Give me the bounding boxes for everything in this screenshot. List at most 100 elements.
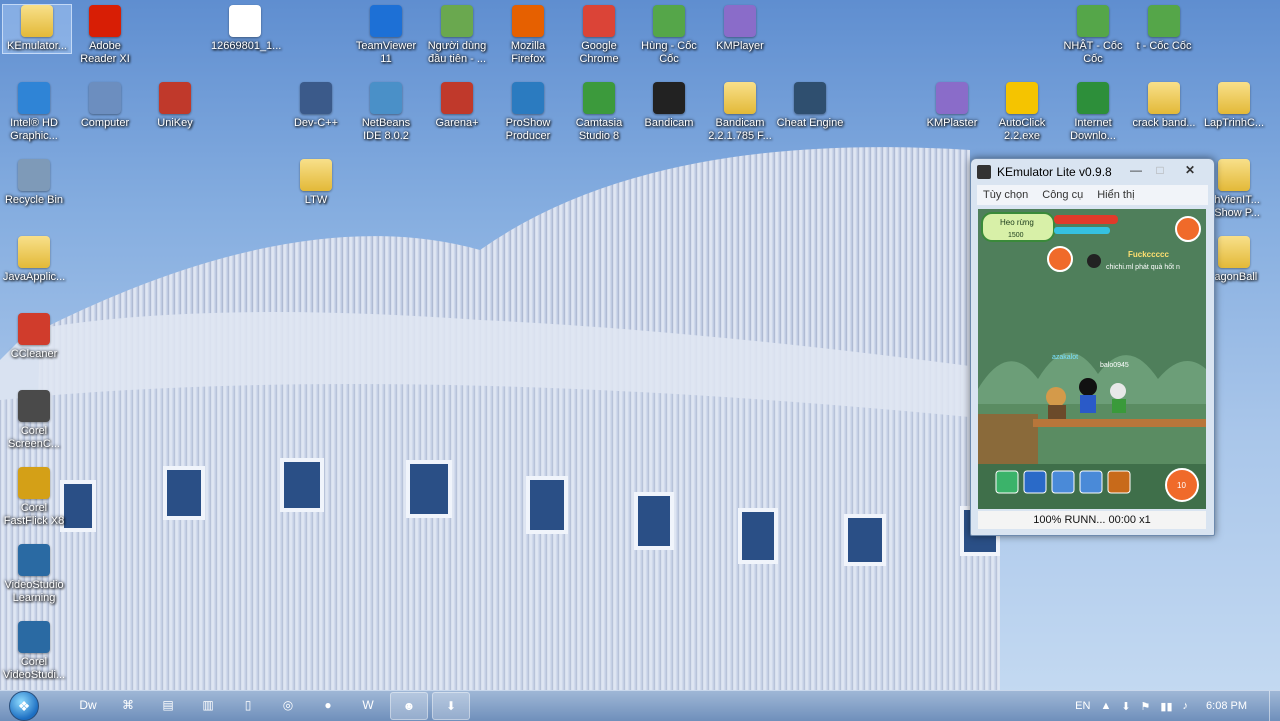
target-value: 1500	[1008, 232, 1024, 239]
desktop-icon-label: Recycle Bin	[4, 194, 64, 206]
explorer-icon: ▥	[202, 698, 214, 712]
emulator-status: 100% RUNN... 00:00 x1	[978, 511, 1206, 529]
desktop-icon-label: Camtasia Studio 8	[575, 117, 623, 142]
volume-icon[interactable]: ♪	[1183, 700, 1189, 712]
desktop-icon[interactable]: Recycle Bin	[0, 159, 68, 207]
desktop-icon[interactable]: Garena+	[423, 82, 491, 130]
idm-icon: ⬇	[445, 699, 457, 713]
folder-icon	[1148, 82, 1180, 114]
desktop-icon-label: Corel ScreenC...	[8, 425, 60, 450]
desktop-icon[interactable]: Computer	[71, 82, 139, 130]
desktop-icon[interactable]: Google Chrome	[565, 5, 633, 66]
desktop-icon[interactable]: ProShow Producer	[494, 82, 562, 143]
desktop-icon[interactable]: JavaApplic...	[0, 236, 68, 284]
minimize-button[interactable]: —	[1124, 161, 1148, 179]
desktop-icon-label: 12669801_1...	[211, 40, 282, 52]
language-indicator[interactable]: EN	[1075, 700, 1090, 712]
desktop-icon-label: Computer	[80, 117, 130, 129]
desktop-icon[interactable]: Người dùng đầu tiên - ...	[423, 5, 491, 66]
taskbar-item[interactable]: ▯	[230, 692, 266, 718]
desktop-icon[interactable]: Intel® HD Graphic...	[0, 82, 68, 143]
network-icon[interactable]: ▮▮	[1160, 700, 1172, 713]
desktop-icon[interactable]: UniKey	[141, 82, 209, 130]
desktop-icon[interactable]: Camtasia Studio 8	[565, 82, 633, 143]
taskbar-item[interactable]: ▤	[150, 692, 186, 718]
desktop-icon[interactable]: 12669801_1...	[211, 5, 282, 53]
desktop-icon-label: Garena+	[435, 117, 479, 129]
taskbar-item[interactable]: ●	[310, 692, 346, 718]
desktop-icon[interactable]: KEmulator...	[2, 4, 72, 54]
target-name: Heo rừng	[1000, 218, 1034, 227]
maximize-button[interactable]: □	[1148, 161, 1172, 179]
game-screen[interactable]: Heo rừng 1500 Fuckccccc chichi.ml phát q…	[978, 209, 1206, 509]
menu-options[interactable]: Tùy chọn	[983, 189, 1028, 201]
desktop-icon[interactable]: Bandicam 2.2.1.785 F...	[706, 82, 774, 143]
game-scene: Heo rừng 1500 Fuckccccc chichi.ml phát q…	[978, 209, 1206, 509]
desktop-icon[interactable]: Dev-C++	[282, 82, 350, 130]
folder-icon	[18, 236, 50, 268]
taskbar-item[interactable]: ◎	[270, 692, 306, 718]
clock[interactable]: 6:08 PM	[1206, 700, 1247, 712]
flag-icon[interactable]: ⚑	[1141, 700, 1151, 713]
desktop-icon-label: Cheat Engine	[776, 117, 844, 129]
desktop-icon[interactable]: VideoStudio Learning	[0, 544, 68, 605]
desktop-icon[interactable]: Corel VideoStudi...	[0, 621, 68, 682]
desktop-icon-label: VideoStudio Learning	[4, 579, 64, 604]
coccoc-icon	[1077, 5, 1109, 37]
desktop-icon[interactable]: Hùng - Cốc Cốc	[635, 5, 703, 66]
desktop-icon[interactable]: TeamViewer 11	[352, 5, 420, 66]
kemulator-window[interactable]: KEmulator Lite v0.9.8 — □ ✕ Tùy chọn Côn…	[970, 158, 1215, 536]
taskbar-item[interactable]: W	[350, 692, 386, 718]
desktop-icon-label: KEmulator...	[7, 40, 67, 52]
menu-tools[interactable]: Công cụ	[1042, 189, 1083, 201]
desktop-icon[interactable]: t - Cốc Cốc	[1130, 5, 1198, 53]
desktop-icon[interactable]: Corel FastFlick X8	[0, 467, 68, 528]
desktop-icon[interactable]: LapTrinhC...	[1200, 82, 1268, 130]
file-icon: ▯	[244, 698, 252, 712]
desktop-icon[interactable]: crack band...	[1130, 82, 1198, 130]
desktop-icon-label: Dev-C++	[293, 117, 339, 129]
desktop-icon-label: UniKey	[157, 117, 193, 129]
desktop-icon[interactable]: Corel ScreenC...	[0, 390, 68, 451]
show-desktop-button[interactable]	[1269, 691, 1280, 721]
player-name-2: balo0945	[1100, 362, 1129, 369]
desktop-icon[interactable]: CCleaner	[0, 313, 68, 361]
coccoc-icon	[1148, 5, 1180, 37]
taskbar-item[interactable]: ▥	[190, 692, 226, 718]
desktop-icon-label: t - Cốc Cốc	[1136, 40, 1192, 52]
show-hidden-icons[interactable]: ▲	[1100, 700, 1111, 712]
chat-name: Fuckccccc	[1128, 250, 1169, 259]
desktop-icon[interactable]: Bandicam	[635, 82, 703, 130]
idm-tray-icon[interactable]: ⬇	[1121, 700, 1130, 713]
desktop-icon-label: Mozilla Firefox	[510, 40, 546, 65]
desktop-icon[interactable]: NetBeans IDE 8.0.2	[352, 82, 420, 143]
desktop-icon-label: crack band...	[1132, 117, 1196, 129]
close-button[interactable]: ✕	[1174, 161, 1206, 179]
desktop-icon[interactable]: LTW	[282, 159, 350, 207]
taskbar-item[interactable]: ⌘	[110, 692, 146, 718]
desktop-icon[interactable]: KMPlayer	[706, 5, 774, 53]
desktop-icon-label: NetBeans IDE 8.0.2	[361, 117, 411, 142]
firefox-icon	[512, 5, 544, 37]
corel-icon	[18, 467, 50, 499]
desktop-icon[interactable]: NHẬT - Cốc Cốc	[1059, 5, 1127, 66]
corel-icon	[18, 390, 50, 422]
camtasia-icon	[583, 82, 615, 114]
chat-text: chichi.ml phát quà hốt n	[1106, 262, 1180, 271]
devcpp-icon	[300, 82, 332, 114]
desktop-icon[interactable]: Mozilla Firefox	[494, 5, 562, 66]
desktop-icon[interactable]: Internet Downlo...	[1059, 82, 1127, 143]
menu-view[interactable]: Hiển thị	[1097, 189, 1134, 201]
taskbar-item[interactable]: ☻	[390, 692, 428, 720]
taskbar-item[interactable]: ⬇	[432, 692, 470, 720]
proshow-icon	[512, 82, 544, 114]
desktop-icon-label: JavaApplic...	[2, 271, 66, 283]
desktop-icon[interactable]: KMPlaster	[918, 82, 986, 130]
kemulator-icon: ☻	[402, 699, 416, 713]
desktop-icon[interactable]: Adobe Reader XI	[71, 5, 139, 66]
start-button[interactable]: ❖	[6, 691, 42, 721]
desktop-icon[interactable]: AutoClick 2.2.exe	[988, 82, 1056, 143]
bandicam-icon	[653, 82, 685, 114]
taskbar-item[interactable]: Dw	[70, 692, 106, 718]
desktop-icon[interactable]: Cheat Engine	[776, 82, 844, 130]
